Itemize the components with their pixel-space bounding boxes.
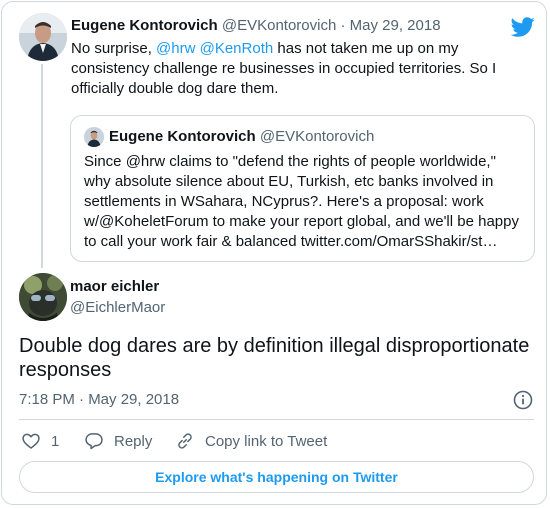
parent-text-prefix: No surprise, bbox=[71, 40, 157, 57]
quoted-tweet-text: Since @hrw claims to "defend the rights … bbox=[84, 153, 519, 250]
main-tweet-text: Double dog dares are by definition illeg… bbox=[19, 335, 530, 381]
action-divider bbox=[19, 419, 534, 420]
info-icon[interactable] bbox=[512, 389, 534, 411]
quoted-tweet[interactable]: Eugene Kontorovich @EVKontorovich Since … bbox=[70, 115, 535, 262]
parent-tweet-header: Eugene Kontorovich @EVKontorovich · May … bbox=[71, 16, 441, 36]
reply-label: Reply bbox=[114, 432, 153, 450]
tweet-timestamp-link[interactable]: 7:18 PM · May 29, 2018 bbox=[19, 390, 179, 410]
quoted-author-avatar bbox=[84, 127, 104, 147]
parent-author-avatar[interactable] bbox=[19, 13, 67, 61]
mention-kenroth-link[interactable]: @KenRoth bbox=[200, 40, 274, 57]
quoted-author-handle: @EVKontorovich bbox=[259, 128, 375, 145]
copy-link-button[interactable]: Copy link to Tweet bbox=[175, 430, 327, 452]
reply-icon bbox=[85, 433, 103, 450]
quoted-author-name: Eugene Kontorovich bbox=[109, 128, 256, 145]
reply-button[interactable]: Reply bbox=[84, 430, 152, 452]
like-count: 1 bbox=[51, 432, 60, 450]
heart-icon bbox=[22, 433, 40, 449]
parent-tweet-date[interactable]: May 29, 2018 bbox=[350, 17, 441, 34]
header-separator: · bbox=[340, 17, 346, 34]
main-author-handle[interactable]: @EichlerMaor bbox=[70, 298, 165, 318]
explore-twitter-button[interactable]: Explore what's happening on Twitter bbox=[19, 461, 534, 493]
like-button[interactable]: 1 bbox=[21, 430, 59, 452]
parent-author-handle[interactable]: @EVKontorovich bbox=[222, 17, 336, 34]
parent-author-name[interactable]: Eugene Kontorovich bbox=[71, 17, 218, 34]
main-author-name[interactable]: maor eichler bbox=[70, 277, 159, 297]
parent-tweet-text: No surprise, @hrw @KenRoth has not taken… bbox=[71, 39, 526, 99]
twitter-bird-icon[interactable] bbox=[510, 15, 535, 39]
quoted-tweet-header: Eugene Kontorovich @EVKontorovich bbox=[109, 127, 374, 147]
copy-link-label: Copy link to Tweet bbox=[205, 432, 328, 450]
main-author-avatar[interactable] bbox=[19, 273, 67, 321]
mention-hrw-link[interactable]: @hrw bbox=[156, 40, 195, 57]
embedded-tweet-card: Eugene Kontorovich @EVKontorovich · May … bbox=[1, 1, 547, 505]
thread-connector-line bbox=[41, 64, 43, 268]
link-icon bbox=[178, 433, 192, 449]
